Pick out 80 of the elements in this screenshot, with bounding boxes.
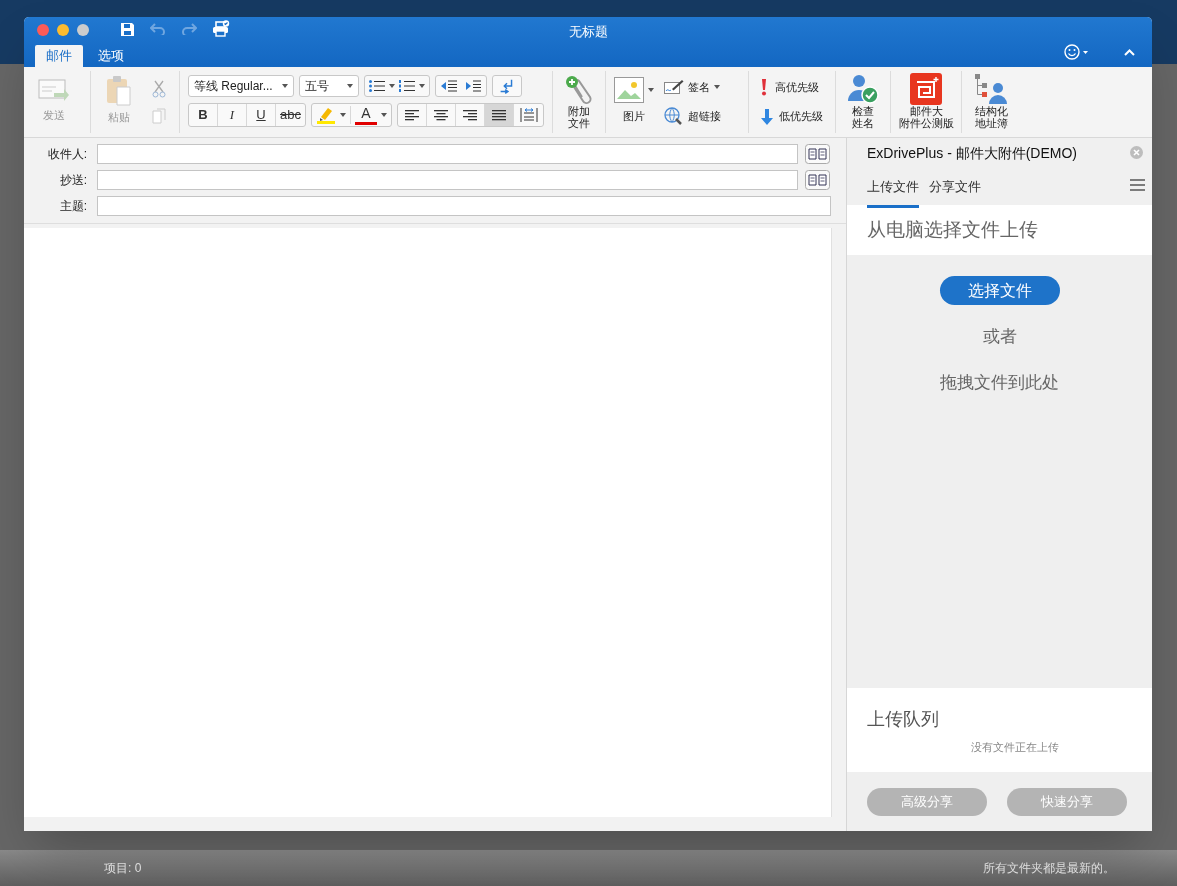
align-icon — [405, 109, 419, 121]
item-count: 项目: 0 — [104, 860, 142, 877]
align-icon — [463, 109, 477, 121]
high-priority-button[interactable]: 高优先级 — [761, 79, 835, 97]
numbered-list-icon[interactable] — [399, 80, 415, 92]
big-attachment-button[interactable]: 邮件大 附件公测版 — [898, 105, 954, 129]
outdent-icon[interactable] — [441, 80, 457, 92]
input-field[interactable] — [97, 144, 798, 164]
format-button[interactable]: U — [247, 104, 276, 126]
low-priority-button[interactable]: 低优先级 — [761, 108, 835, 125]
picture-button[interactable]: 图片 — [623, 108, 645, 125]
choose-file-button[interactable]: 选择文件 — [939, 276, 1060, 305]
exclamation-icon — [761, 79, 767, 97]
pane-title: ExDrivePlus - 邮件大附件(DEMO) — [867, 144, 1077, 163]
field-label: 抄送: — [58, 172, 88, 189]
indent-icon[interactable] — [465, 80, 481, 92]
paperclip-icon — [565, 75, 593, 105]
or-text: 或者 — [982, 326, 1017, 348]
align-icon — [492, 109, 506, 121]
caret-icon — [282, 84, 288, 88]
menu-icon[interactable] — [1130, 179, 1145, 191]
bullet-list-icon[interactable] — [369, 80, 385, 92]
close-icon[interactable] — [37, 24, 49, 36]
caret-icon — [419, 84, 425, 88]
print-icon[interactable] — [212, 20, 230, 37]
address-book-icon[interactable] — [805, 170, 830, 190]
caret-icon — [381, 113, 387, 117]
field-label: 主题: — [58, 198, 88, 215]
sync-status: 所有文件夹都是最新的。 — [983, 860, 1115, 877]
send-envelope-icon — [38, 77, 70, 103]
format-button[interactable]: I — [218, 104, 247, 126]
down-arrow-icon — [761, 108, 773, 125]
format-button[interactable]: abc — [276, 104, 305, 126]
font-size-dropdown[interactable]: 五号 — [299, 75, 359, 97]
upload-heading: 从电脑选择文件上传 — [867, 217, 1038, 242]
check-names-button[interactable]: 检查 姓名 — [852, 105, 874, 129]
attachment-app-icon — [910, 73, 942, 105]
signature-button[interactable]: 签名 — [664, 78, 744, 96]
cut-icon[interactable] — [152, 80, 166, 98]
signature-icon — [664, 79, 684, 96]
align-button[interactable] — [485, 104, 514, 126]
address-book-button[interactable]: 结构化 地址簿 — [974, 105, 1008, 129]
hyperlink-button[interactable]: 超链接 — [664, 107, 744, 126]
field-label: 收件人: — [46, 146, 88, 163]
queue-empty-text: 没有文件正在上传 — [969, 740, 1059, 755]
person-check-icon — [847, 73, 879, 105]
drop-hint: 拖拽文件到此处 — [940, 371, 1059, 394]
globe-link-icon — [664, 107, 684, 126]
font-color-button[interactable]: A — [355, 105, 377, 125]
input-field[interactable] — [97, 170, 798, 190]
caret-icon — [648, 88, 654, 92]
ribbon-tab[interactable]: 选项 — [87, 45, 135, 67]
caret-icon — [340, 113, 346, 117]
zoom-icon[interactable] — [77, 24, 89, 36]
line-spacing-icon[interactable] — [519, 108, 538, 122]
highlighter-icon[interactable] — [316, 106, 336, 124]
caret-icon — [347, 84, 353, 88]
caret-icon — [714, 85, 720, 90]
text-direction-icon[interactable] — [492, 75, 522, 97]
ribbon-tab[interactable]: 邮件 — [35, 45, 83, 67]
close-icon[interactable] — [1130, 146, 1143, 159]
address-book-icon[interactable] — [805, 144, 830, 164]
smiley-icon[interactable] — [1064, 44, 1090, 60]
attach-file-button[interactable]: 附加 文件 — [568, 105, 590, 129]
undo-icon[interactable] — [150, 23, 166, 35]
org-chart-icon — [974, 73, 1008, 105]
input-field[interactable] — [97, 196, 831, 216]
clipboard-icon — [105, 75, 133, 107]
queue-title: 上传队列 — [867, 708, 940, 731]
minimize-icon[interactable] — [57, 24, 69, 36]
format-button[interactable]: B — [189, 104, 218, 126]
save-icon[interactable] — [120, 22, 135, 37]
collapse-icon[interactable] — [1124, 49, 1135, 56]
window-title: 无标题 — [567, 23, 609, 41]
pane-tab[interactable]: 分享文件 — [929, 177, 981, 208]
caret-icon — [389, 84, 395, 88]
font-name-dropdown[interactable]: 等线 Regular... — [188, 75, 294, 97]
align-icon — [434, 109, 448, 121]
image-icon — [614, 77, 644, 103]
redo-icon[interactable] — [181, 23, 197, 35]
